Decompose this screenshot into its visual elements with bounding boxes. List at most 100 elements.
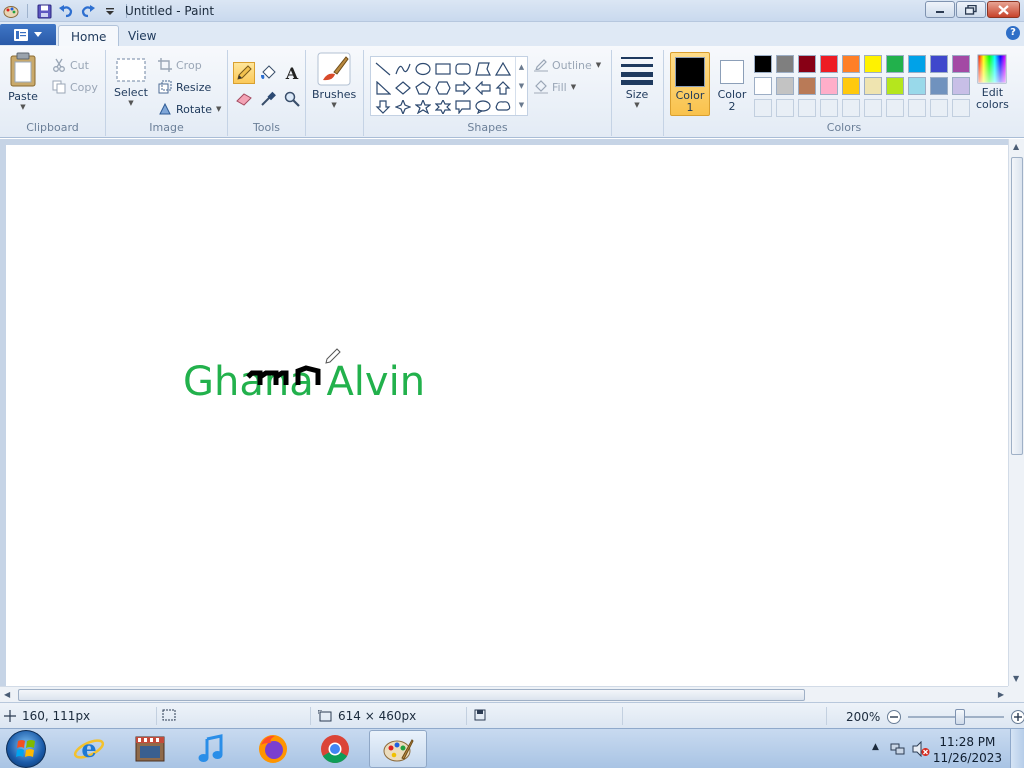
horizontal-scrollbar[interactable]: ◀ ▶ — [0, 686, 1008, 702]
scroll-left-arrow-icon[interactable]: ◀ — [4, 690, 10, 699]
shapes-scrollbar[interactable]: ▲ ▼ ▼ — [515, 57, 527, 115]
polygon-shape-icon[interactable] — [473, 59, 493, 78]
taskbar-chrome[interactable] — [306, 730, 364, 768]
size-button[interactable]: Size ▼ — [620, 54, 654, 109]
start-button[interactable] — [6, 730, 46, 768]
custom-color-slot[interactable] — [820, 99, 838, 117]
minimize-button[interactable] — [925, 1, 955, 18]
down-arrow-shape-icon[interactable] — [373, 97, 393, 116]
palette-swatch[interactable] — [864, 55, 882, 73]
maximize-button[interactable] — [956, 1, 986, 18]
triangle-shape-icon[interactable] — [493, 59, 513, 78]
custom-color-slot[interactable] — [842, 99, 860, 117]
fill-tool[interactable] — [257, 62, 279, 84]
cut-button[interactable]: Cut — [52, 56, 89, 74]
resize-button[interactable]: Resize — [158, 78, 211, 96]
taskbar-paint[interactable] — [369, 730, 427, 768]
palette-swatch[interactable] — [930, 77, 948, 95]
palette-swatch[interactable] — [952, 77, 970, 95]
taskbar-internet-explorer[interactable]: e — [60, 730, 118, 768]
paint-app-icon[interactable] — [2, 2, 20, 20]
palette-swatch[interactable] — [820, 55, 838, 73]
zoom-in-icon[interactable] — [1010, 709, 1024, 725]
volume-muted-icon[interactable] — [912, 741, 930, 757]
palette-swatch[interactable] — [864, 77, 882, 95]
palette-swatch[interactable] — [952, 55, 970, 73]
rect-callout-shape-icon[interactable] — [453, 97, 473, 116]
cloud-callout-shape-icon[interactable] — [493, 97, 513, 116]
palette-swatch[interactable] — [908, 55, 926, 73]
rounded-rectangle-shape-icon[interactable] — [453, 59, 473, 78]
pentagon-shape-icon[interactable] — [413, 78, 433, 97]
horizontal-scroll-thumb[interactable] — [18, 689, 805, 701]
oval-callout-shape-icon[interactable] — [473, 97, 493, 116]
save-icon[interactable] — [35, 2, 53, 20]
six-point-star-shape-icon[interactable] — [433, 97, 453, 116]
palette-swatch[interactable] — [798, 55, 816, 73]
taskbar-media-center[interactable] — [121, 730, 179, 768]
rectangle-shape-icon[interactable] — [433, 59, 453, 78]
color2-button[interactable]: Color 2 — [714, 52, 750, 116]
palette-swatch[interactable] — [776, 55, 794, 73]
undo-icon[interactable] — [57, 2, 75, 20]
color1-button[interactable]: Color 1 — [670, 52, 710, 116]
custom-color-slot[interactable] — [908, 99, 926, 117]
custom-color-slot[interactable] — [776, 99, 794, 117]
zoom-slider[interactable] — [908, 709, 1005, 725]
custom-color-slot[interactable] — [864, 99, 882, 117]
line-shape-icon[interactable] — [373, 59, 393, 78]
right-arrow-shape-icon[interactable] — [453, 78, 473, 97]
paste-button[interactable]: Paste ▼ — [8, 52, 38, 111]
palette-swatch[interactable] — [908, 77, 926, 95]
up-arrow-shape-icon[interactable] — [493, 78, 513, 97]
scroll-up-arrow-icon[interactable]: ▲ — [1013, 142, 1019, 151]
taskbar-itunes[interactable] — [182, 730, 240, 768]
palette-swatch[interactable] — [798, 77, 816, 95]
show-desktop-button[interactable] — [1010, 729, 1024, 768]
curve-shape-icon[interactable] — [393, 59, 413, 78]
custom-color-slot[interactable] — [886, 99, 904, 117]
custom-color-slot[interactable] — [798, 99, 816, 117]
palette-swatch[interactable] — [886, 77, 904, 95]
network-icon[interactable] — [890, 741, 906, 757]
customize-dropdown-icon[interactable] — [101, 2, 119, 20]
fill-button[interactable]: Fill ▼ — [534, 78, 576, 96]
zoom-slider-thumb[interactable] — [955, 709, 966, 725]
custom-color-slot[interactable] — [754, 99, 772, 117]
clock[interactable]: 11:28 PM 11/26/2023 — [933, 734, 1002, 766]
tab-view[interactable]: View — [116, 25, 168, 46]
taskbar-firefox[interactable] — [244, 730, 302, 768]
paint-menu-button[interactable] — [0, 24, 56, 45]
vertical-scroll-thumb[interactable] — [1011, 157, 1023, 455]
select-button[interactable]: Select ▼ — [114, 56, 148, 107]
palette-swatch[interactable] — [886, 55, 904, 73]
palette-swatch[interactable] — [820, 77, 838, 95]
rotate-button[interactable]: Rotate ▼ — [158, 100, 221, 118]
four-point-star-shape-icon[interactable] — [393, 97, 413, 116]
crop-button[interactable]: Crop — [158, 56, 202, 74]
copy-button[interactable]: Copy — [52, 78, 98, 96]
vertical-scrollbar[interactable]: ▲ ▼ — [1008, 139, 1024, 686]
diamond-shape-icon[interactable] — [393, 78, 413, 97]
palette-swatch[interactable] — [776, 77, 794, 95]
palette-swatch[interactable] — [754, 55, 772, 73]
brushes-button[interactable]: Brushes ▼ — [312, 52, 356, 109]
hexagon-shape-icon[interactable] — [433, 78, 453, 97]
right-triangle-shape-icon[interactable] — [373, 78, 393, 97]
magnifier-tool[interactable] — [281, 88, 303, 110]
five-point-star-shape-icon[interactable] — [413, 97, 433, 116]
custom-color-slot[interactable] — [930, 99, 948, 117]
text-tool-icon[interactable]: A — [281, 62, 303, 84]
tab-home[interactable]: Home — [58, 25, 120, 46]
edit-colors-button[interactable]: Edit colors — [976, 54, 1009, 111]
palette-swatch[interactable] — [842, 55, 860, 73]
outline-button[interactable]: Outline ▼ — [534, 56, 601, 74]
palette-swatch[interactable] — [930, 55, 948, 73]
palette-swatch[interactable] — [754, 77, 772, 95]
help-icon[interactable]: ? — [1006, 26, 1020, 40]
color-picker-tool[interactable] — [257, 88, 279, 110]
pencil-tool[interactable] — [233, 62, 255, 84]
eraser-tool[interactable] — [233, 88, 255, 110]
scroll-right-arrow-icon[interactable]: ▶ — [998, 690, 1004, 699]
scroll-down-arrow-icon[interactable]: ▼ — [1013, 674, 1019, 683]
